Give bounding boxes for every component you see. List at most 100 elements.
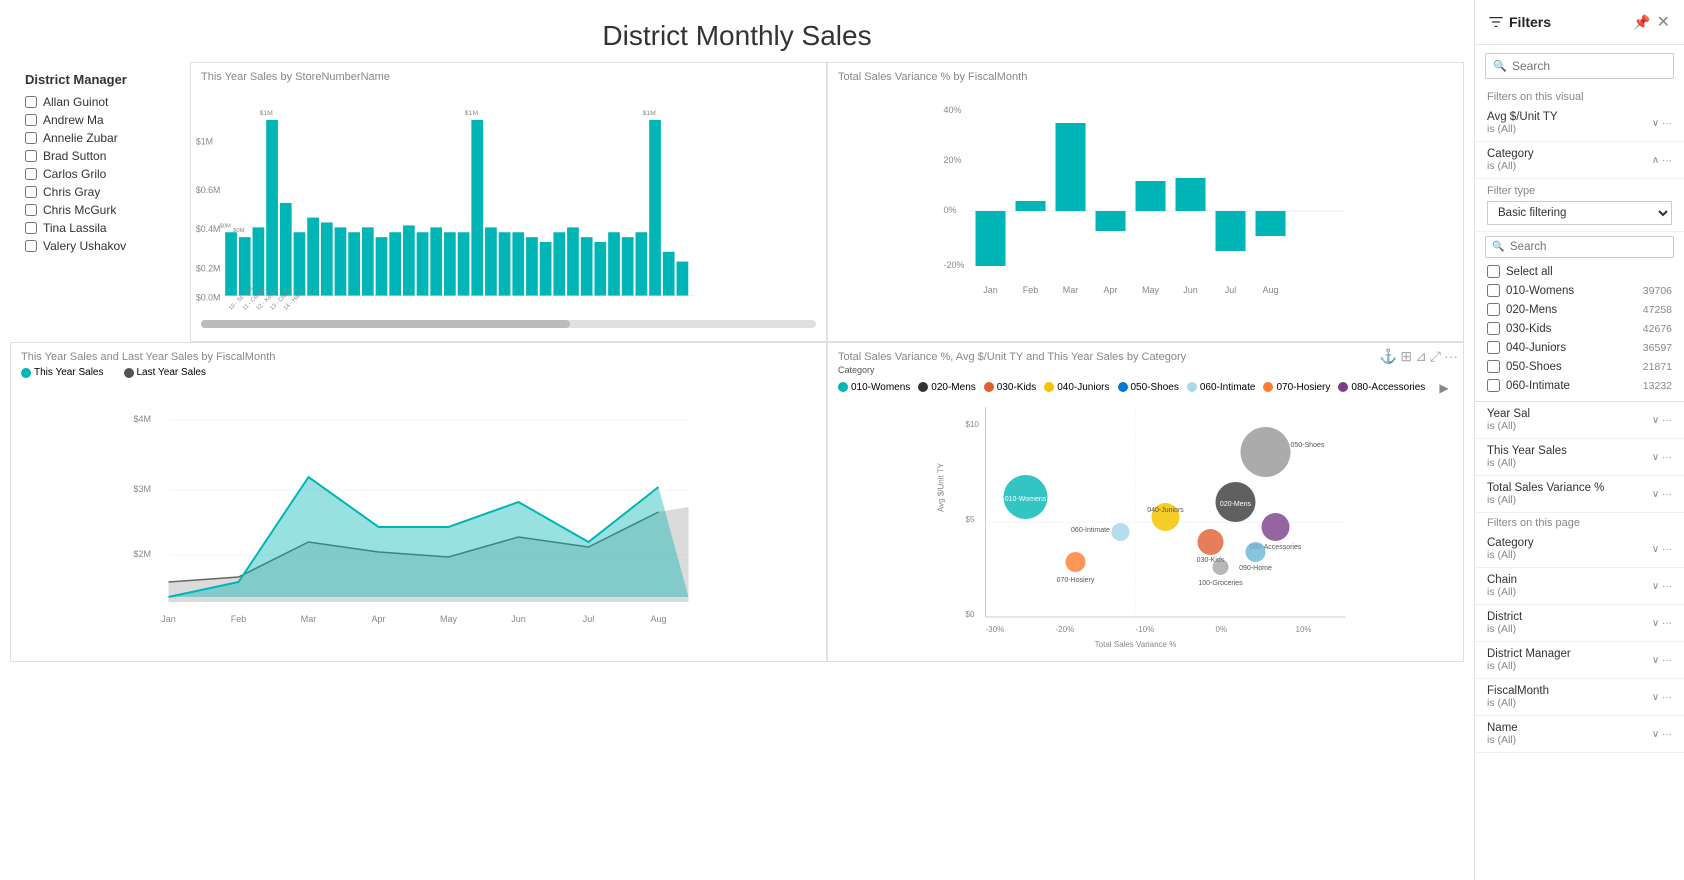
dm-checkbox[interactable] bbox=[25, 222, 37, 234]
dm-checkbox[interactable] bbox=[25, 168, 37, 180]
svg-text:$0M: $0M bbox=[219, 223, 231, 229]
legend-this-year: This Year Sales bbox=[21, 367, 104, 378]
legend-last-year: Last Year Sales bbox=[124, 367, 207, 378]
page-filter-item[interactable]: Categoryis (All)∨ ··· bbox=[1475, 531, 1684, 568]
dm-checkbox[interactable] bbox=[25, 204, 37, 216]
line-chart-title: This Year Sales and Last Year Sales by F… bbox=[11, 343, 826, 363]
scatter-legend-item: 070-Hosiery bbox=[1263, 382, 1330, 393]
dm-list-item[interactable]: Brad Sutton bbox=[25, 149, 175, 163]
filters-pin-icon[interactable]: 📌 bbox=[1633, 14, 1650, 31]
svg-text:$0.4M: $0.4M bbox=[196, 224, 220, 234]
dm-list-item[interactable]: Tina Lassila bbox=[25, 221, 175, 235]
more-icon[interactable]: ··· bbox=[1444, 348, 1458, 365]
variance-chart-svg: 40% 20% 0% -20% bbox=[828, 83, 1463, 323]
dm-list-item[interactable]: Annelie Zubar bbox=[25, 131, 175, 145]
scatter-chart-panel: Total Sales Variance %, Avg $/Unit TY an… bbox=[827, 342, 1464, 662]
svg-text:40%: 40% bbox=[944, 105, 962, 115]
filter-year-sales[interactable]: Year Sal is (All) ∨ ··· bbox=[1475, 402, 1684, 439]
filter-icon[interactable]: ⊿ bbox=[1415, 348, 1427, 365]
scatter-svg: Avg $/Unit TY $10 $5 $0 -30% -20% -10% 0… bbox=[828, 397, 1463, 657]
filters-close-icon[interactable]: ✕ bbox=[1657, 12, 1670, 32]
filter-type-section: Filter type Basic filtering bbox=[1475, 179, 1684, 232]
chart-toolbar[interactable]: ⚓ ⊞ ⊿ ⤢ ··· bbox=[1380, 348, 1458, 365]
filter-category-item[interactable]: 050-Shoes21871 bbox=[1475, 357, 1684, 376]
expand-icon[interactable]: ⤢ bbox=[1430, 348, 1441, 365]
filter-total-sales-variance[interactable]: Total Sales Variance % is (All) ∨ ··· bbox=[1475, 476, 1684, 513]
filter-category-item[interactable]: 040-Juniors36597 bbox=[1475, 338, 1684, 357]
filters-search-input[interactable] bbox=[1485, 53, 1674, 79]
dm-checkbox[interactable] bbox=[25, 240, 37, 252]
dm-list-item[interactable]: Carlos Grilo bbox=[25, 167, 175, 181]
svg-text:-30%: -30% bbox=[986, 625, 1005, 634]
svg-text:0%: 0% bbox=[1216, 625, 1228, 634]
svg-text:Mar: Mar bbox=[1063, 285, 1079, 295]
category-checkbox[interactable] bbox=[1487, 284, 1500, 297]
page-filters-label: Filters on this page bbox=[1475, 513, 1684, 531]
category-checkbox[interactable] bbox=[1487, 379, 1500, 392]
line-chart-svg: $4M $3M $2M Jan Feb Mar Apr May Jun bbox=[11, 382, 826, 632]
svg-text:020-Mens: 020-Mens bbox=[1220, 501, 1252, 508]
category-checkbox[interactable] bbox=[1487, 360, 1500, 373]
category-checkbox[interactable] bbox=[1487, 341, 1500, 354]
variance-chart-title: Total Sales Variance % by FiscalMonth bbox=[828, 63, 1463, 83]
bar-chart-panel: This Year Sales by StoreNumberName $1M $… bbox=[190, 62, 827, 342]
page-filter-item[interactable]: District Manageris (All)∨ ··· bbox=[1475, 642, 1684, 679]
svg-text:$1M: $1M bbox=[465, 110, 479, 117]
filter-search-container: 🔍 bbox=[1485, 53, 1674, 79]
dm-checkbox[interactable] bbox=[25, 132, 37, 144]
filter-category-item[interactable]: 020-Mens47258 bbox=[1475, 300, 1684, 319]
svg-text:$1M: $1M bbox=[196, 136, 213, 146]
dm-name: Brad Sutton bbox=[43, 149, 106, 163]
dm-name: Tina Lassila bbox=[43, 221, 107, 235]
page-filter-item[interactable]: Chainis (All)∨ ··· bbox=[1475, 568, 1684, 605]
dm-name: Annelie Zubar bbox=[43, 131, 118, 145]
dm-checkbox[interactable] bbox=[25, 114, 37, 126]
dm-name: Valery Ushakov bbox=[43, 239, 126, 253]
page-filter-item[interactable]: Districtis (All)∨ ··· bbox=[1475, 605, 1684, 642]
svg-text:Mar: Mar bbox=[301, 614, 317, 624]
svg-text:$0: $0 bbox=[966, 610, 975, 619]
category-search-input[interactable] bbox=[1485, 236, 1674, 258]
select-all-checkbox[interactable] bbox=[1487, 265, 1500, 278]
page-filter-item[interactable]: Nameis (All)∨ ··· bbox=[1475, 716, 1684, 753]
dm-name: Carlos Grilo bbox=[43, 167, 106, 181]
dm-title: District Manager bbox=[25, 72, 175, 87]
svg-text:040-Juniors: 040-Juniors bbox=[1147, 507, 1184, 514]
filter-category-item[interactable]: 030-Kids42676 bbox=[1475, 319, 1684, 338]
dm-name: Andrew Ma bbox=[43, 113, 104, 127]
dm-list-item[interactable]: Valery Ushakov bbox=[25, 239, 175, 253]
filters-panel: Filters 📌 ✕ 🔍 Filters on this visual Avg… bbox=[1474, 0, 1684, 880]
filter-category-header[interactable]: Category is (All) ∧ ··· bbox=[1475, 142, 1684, 179]
page-filter-item[interactable]: FiscalMonthis (All)∨ ··· bbox=[1475, 679, 1684, 716]
filter-select-all[interactable]: Select all bbox=[1475, 262, 1684, 281]
dm-list-item[interactable]: Chris Gray bbox=[25, 185, 175, 199]
svg-text:$1M: $1M bbox=[260, 110, 274, 117]
filter-avg-unit[interactable]: Avg $/Unit TY is (All) ∨ ··· bbox=[1475, 105, 1684, 142]
scatter-legend-item: 050-Shoes bbox=[1118, 382, 1179, 393]
svg-text:0%: 0% bbox=[944, 205, 957, 215]
dm-list-item[interactable]: Chris McGurk bbox=[25, 203, 175, 217]
dm-checkbox[interactable] bbox=[25, 96, 37, 108]
filter-type-select[interactable]: Basic filtering bbox=[1487, 201, 1672, 225]
filter-category-item[interactable]: 010-Womens39706 bbox=[1475, 281, 1684, 300]
scrollbar[interactable] bbox=[201, 320, 816, 328]
svg-text:Jun: Jun bbox=[511, 614, 526, 624]
bar-chart-svg: $1M $0.6M $0.4M $0.2M $0.0M bbox=[191, 83, 826, 318]
dm-checkbox[interactable] bbox=[25, 186, 37, 198]
dm-list-item[interactable]: Allan Guinot bbox=[25, 95, 175, 109]
dm-checkbox[interactable] bbox=[25, 150, 37, 162]
svg-text:060-Intimate: 060-Intimate bbox=[1071, 527, 1110, 534]
anchor-icon[interactable]: ⚓ bbox=[1380, 348, 1397, 365]
filter-this-year-sales[interactable]: This Year Sales is (All) ∨ ··· bbox=[1475, 439, 1684, 476]
svg-text:Aug: Aug bbox=[650, 614, 666, 624]
svg-text:20%: 20% bbox=[944, 155, 962, 165]
svg-text:$5: $5 bbox=[966, 515, 975, 524]
category-checkbox[interactable] bbox=[1487, 322, 1500, 335]
category-checkbox[interactable] bbox=[1487, 303, 1500, 316]
copy-icon[interactable]: ⊞ bbox=[1400, 348, 1412, 365]
legend-arrow[interactable]: ▶ bbox=[1439, 381, 1448, 395]
svg-text:$0.2M: $0.2M bbox=[196, 263, 220, 273]
svg-text:$2M: $2M bbox=[134, 549, 152, 559]
dm-list-item[interactable]: Andrew Ma bbox=[25, 113, 175, 127]
filter-category-item[interactable]: 060-Intimate13232 bbox=[1475, 376, 1684, 395]
